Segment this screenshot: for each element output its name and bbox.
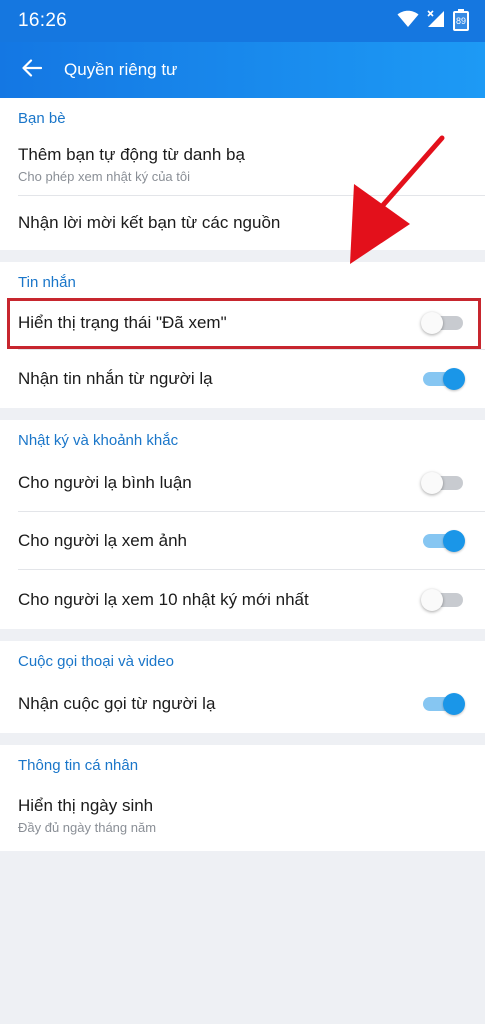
- battery-level: 89: [455, 16, 466, 26]
- section-diary-moments: Nhật ký và khoảnh khắc Cho người lạ bình…: [0, 420, 485, 629]
- stranger-messages-toggle[interactable]: [421, 368, 465, 390]
- stranger-view-diary-toggle[interactable]: [421, 588, 465, 611]
- section-personal-info: Thông tin cá nhân Hiển thị ngày sinh Đầy…: [0, 745, 485, 851]
- seen-status-toggle[interactable]: [421, 312, 465, 334]
- setting-show-seen-status[interactable]: Hiển thị trạng thái "Đã xem": [0, 296, 485, 350]
- setting-stranger-messages[interactable]: Nhận tin nhắn từ người lạ: [0, 350, 485, 408]
- section-header: Thông tin cá nhân: [18, 757, 139, 774]
- section-header: Cuộc gọi thoại và video: [18, 653, 174, 670]
- setting-label: Nhận tin nhắn từ người lạ: [18, 369, 213, 388]
- setting-label: Cho người lạ xem ảnh: [18, 531, 188, 550]
- setting-label: Nhận cuộc gọi từ người lạ: [18, 694, 216, 713]
- wifi-icon: [397, 10, 419, 33]
- setting-label: Hiển thị ngày sinh: [18, 795, 154, 815]
- setting-show-birthday[interactable]: Hiển thị ngày sinh Đầy đủ ngày tháng năm: [0, 779, 485, 851]
- app-bar: Quyền riêng tư: [0, 42, 485, 98]
- section-calls: Cuộc gọi thoại và video Nhận cuộc gọi từ…: [0, 641, 485, 733]
- status-icons: 89: [397, 9, 469, 33]
- setting-sublabel: Cho phép xem nhật ký của tôi: [18, 168, 190, 184]
- section-header: Bạn bè: [18, 110, 66, 127]
- back-button[interactable]: [0, 42, 64, 98]
- setting-label: Thêm bạn tự động từ danh bạ: [18, 144, 245, 164]
- setting-label: Nhận lời mời kết bạn từ các nguồn: [18, 213, 281, 232]
- status-time: 16:26: [18, 10, 68, 31]
- battery-icon: 89: [453, 9, 469, 31]
- settings-list: Bạn bè Thêm bạn tự động từ danh bạ Cho p…: [0, 98, 485, 851]
- stranger-view-photos-toggle[interactable]: [421, 530, 465, 552]
- setting-stranger-comments[interactable]: Cho người lạ bình luận: [0, 454, 485, 512]
- setting-label: Cho người lạ xem 10 nhật ký mới nhất: [18, 589, 309, 609]
- status-bar: 16:26 89: [0, 0, 485, 42]
- section-header: Tin nhắn: [18, 274, 76, 291]
- setting-sublabel: Đầy đủ ngày tháng năm: [18, 819, 157, 835]
- setting-friend-request-sources[interactable]: Nhận lời mời kết bạn từ các nguồn: [0, 196, 485, 250]
- setting-stranger-view-diary[interactable]: Cho người lạ xem 10 nhật ký mới nhất: [0, 570, 485, 629]
- stranger-calls-toggle[interactable]: [421, 693, 465, 715]
- page-title: Quyền riêng tư: [64, 60, 178, 79]
- stranger-comments-toggle[interactable]: [421, 472, 465, 494]
- setting-label: Hiển thị trạng thái "Đã xem": [18, 313, 227, 332]
- section-header: Nhật ký và khoảnh khắc: [18, 432, 179, 449]
- setting-stranger-view-photos[interactable]: Cho người lạ xem ảnh: [0, 512, 485, 570]
- setting-auto-add-friends[interactable]: Thêm bạn tự động từ danh bạ Cho phép xem…: [0, 132, 485, 196]
- section-messages: Tin nhắn Hiển thị trạng thái "Đã xem" Nh…: [0, 262, 485, 408]
- setting-label: Cho người lạ bình luận: [18, 473, 192, 492]
- arrow-left-icon: [22, 58, 43, 82]
- section-friends: Bạn bè Thêm bạn tự động từ danh bạ Cho p…: [0, 98, 485, 250]
- cellular-signal-icon: [427, 9, 445, 33]
- setting-stranger-calls[interactable]: Nhận cuộc gọi từ người lạ: [0, 675, 485, 733]
